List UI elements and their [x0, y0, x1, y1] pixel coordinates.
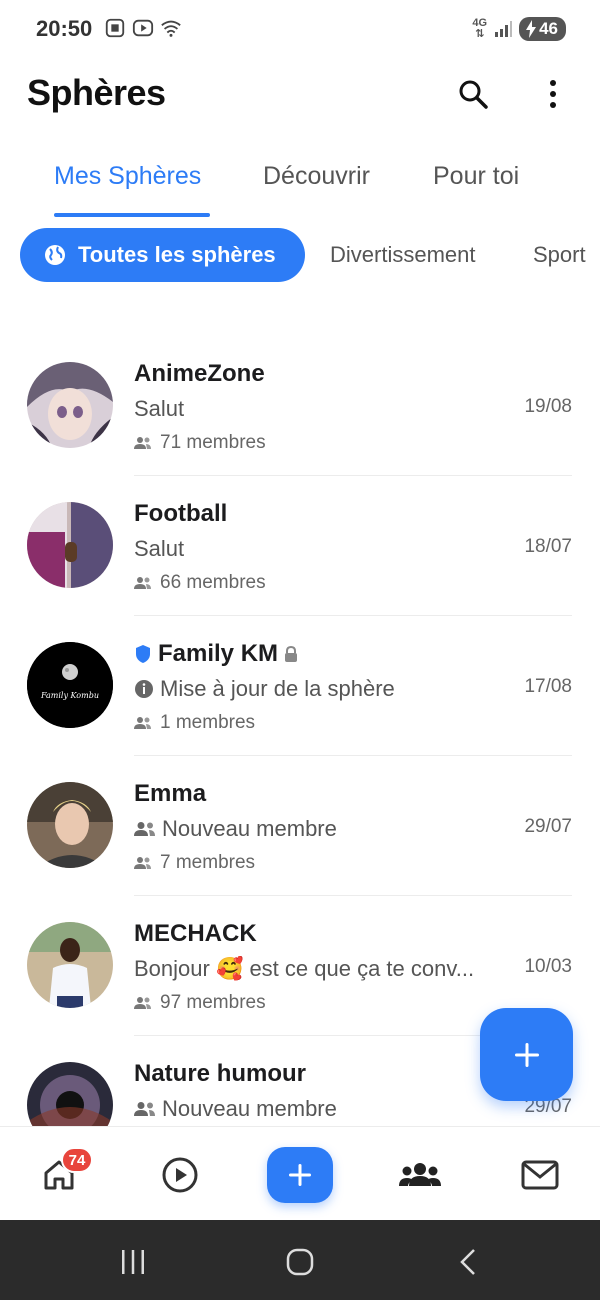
network-type: 4G ⇅ [472, 17, 488, 40]
last-activity-date: 19/08 [524, 396, 572, 417]
youtube-icon [132, 19, 154, 37]
members-icon [134, 857, 151, 869]
list-item[interactable]: Family Kombu Family KM Mise à jour de la… [0, 616, 600, 756]
member-count: 97 membres [134, 992, 266, 1014]
avatar [27, 362, 113, 448]
last-message: Nouveau membre [134, 816, 337, 842]
page-title: Sphères [27, 72, 166, 113]
members-icon [134, 437, 151, 449]
tab-pour-toi[interactable]: Pour toi [433, 162, 519, 191]
nav-messages[interactable] [510, 1145, 570, 1205]
last-message: Nouveau membre [134, 1096, 337, 1122]
recent-apps-button[interactable] [111, 1240, 155, 1284]
last-activity-date: 29/07 [524, 816, 572, 837]
plus-icon [514, 1042, 539, 1067]
members-icon [134, 997, 151, 1009]
notification-badge: 74 [61, 1147, 93, 1173]
last-message: Salut [134, 536, 185, 561]
avatar [27, 922, 113, 1008]
avatar: Family Kombu [27, 642, 113, 728]
signal-icon [495, 21, 513, 37]
avatar [27, 1062, 113, 1126]
search-icon [459, 80, 488, 109]
nav-spheres[interactable] [390, 1145, 450, 1205]
member-count: 66 membres [134, 572, 266, 594]
avatar-caption: Family Kombu [40, 691, 99, 700]
home-system-button[interactable] [278, 1240, 322, 1284]
sphere-name: Football [134, 500, 228, 527]
last-activity-date: 18/07 [524, 536, 572, 557]
sphere-name: Family KM [134, 640, 298, 668]
members-icon [134, 577, 151, 589]
sphere-name: MECHACK [134, 920, 257, 947]
tab-decouvrir[interactable]: Découvrir [263, 162, 370, 191]
list-item[interactable]: Football Salut 66 membres 18/07 [0, 476, 600, 616]
charging-icon [526, 20, 537, 38]
battery-level: 46 [539, 19, 558, 38]
home-circle-icon [286, 1248, 314, 1276]
bottom-nav: 74 [0, 1126, 600, 1220]
avatar [27, 782, 113, 868]
back-chevron-icon [460, 1249, 475, 1275]
search-button[interactable] [451, 72, 495, 116]
status-time: 20:50 [36, 16, 93, 41]
screenshot-icon [105, 18, 125, 38]
tab-indicator [54, 213, 210, 217]
chip-divertissement[interactable]: Divertissement [330, 242, 475, 268]
nav-videos[interactable] [150, 1145, 210, 1205]
list-item[interactable]: Emma Nouveau membre 7 membres 29/07 [0, 756, 600, 896]
last-message: Salut [134, 396, 185, 421]
nav-create-button[interactable] [267, 1147, 333, 1203]
member-count: 1 membres [134, 712, 255, 734]
app-header: Sphères [0, 62, 600, 124]
list-item[interactable]: AnimeZone Salut 71 membres 19/08 [0, 336, 600, 476]
sphere-name: Nature humour [134, 1060, 307, 1087]
sphere-name: Emma [134, 780, 207, 807]
chip-toutes-les-spheres[interactable]: Toutes les sphères [20, 228, 305, 282]
plus-icon [289, 1164, 311, 1186]
status-bar: 20:50 4G ⇅ 46 [0, 0, 600, 58]
info-icon [135, 680, 153, 698]
last-message: Bonjour 🥰 est ce que ça te conv... [134, 956, 475, 981]
system-nav-bar [0, 1220, 600, 1300]
shield-icon [136, 645, 150, 663]
new-member-icon [134, 1102, 155, 1116]
category-chips: Toutes les sphères Divertissement Sport [0, 228, 600, 284]
avatar [27, 502, 113, 588]
wifi-icon [161, 20, 181, 37]
sphere-name: AnimeZone [134, 360, 265, 387]
members-icon [134, 717, 151, 729]
last-message: Mise à jour de la sphère [134, 676, 395, 702]
last-activity-date: 10/03 [524, 956, 572, 977]
play-circle-icon [162, 1157, 198, 1193]
chip-sport[interactable]: Sport [533, 242, 586, 268]
more-vertical-icon [550, 80, 556, 108]
more-options-button[interactable] [531, 72, 575, 116]
status-notification-icons [104, 17, 182, 39]
member-count: 71 membres [134, 432, 266, 454]
new-member-icon [134, 822, 155, 836]
tab-mes-spheres[interactable]: Mes Sphères [54, 162, 201, 191]
create-sphere-fab[interactable] [480, 1008, 573, 1101]
mail-icon [521, 1160, 559, 1190]
member-count: 7 membres [134, 852, 255, 874]
group-icon [399, 1163, 441, 1186]
recent-apps-icon [122, 1250, 144, 1274]
last-activity-date: 17/08 [524, 676, 572, 697]
back-button[interactable] [446, 1240, 490, 1284]
battery-indicator: 46 [519, 17, 566, 41]
lock-icon [285, 645, 298, 662]
tab-bar: Mes Sphères Découvrir Pour toi [0, 150, 600, 220]
chip-label: Toutes les sphères [78, 242, 276, 267]
status-system-icons: 4G ⇅ 46 [472, 17, 566, 41]
globe-icon [45, 245, 65, 265]
